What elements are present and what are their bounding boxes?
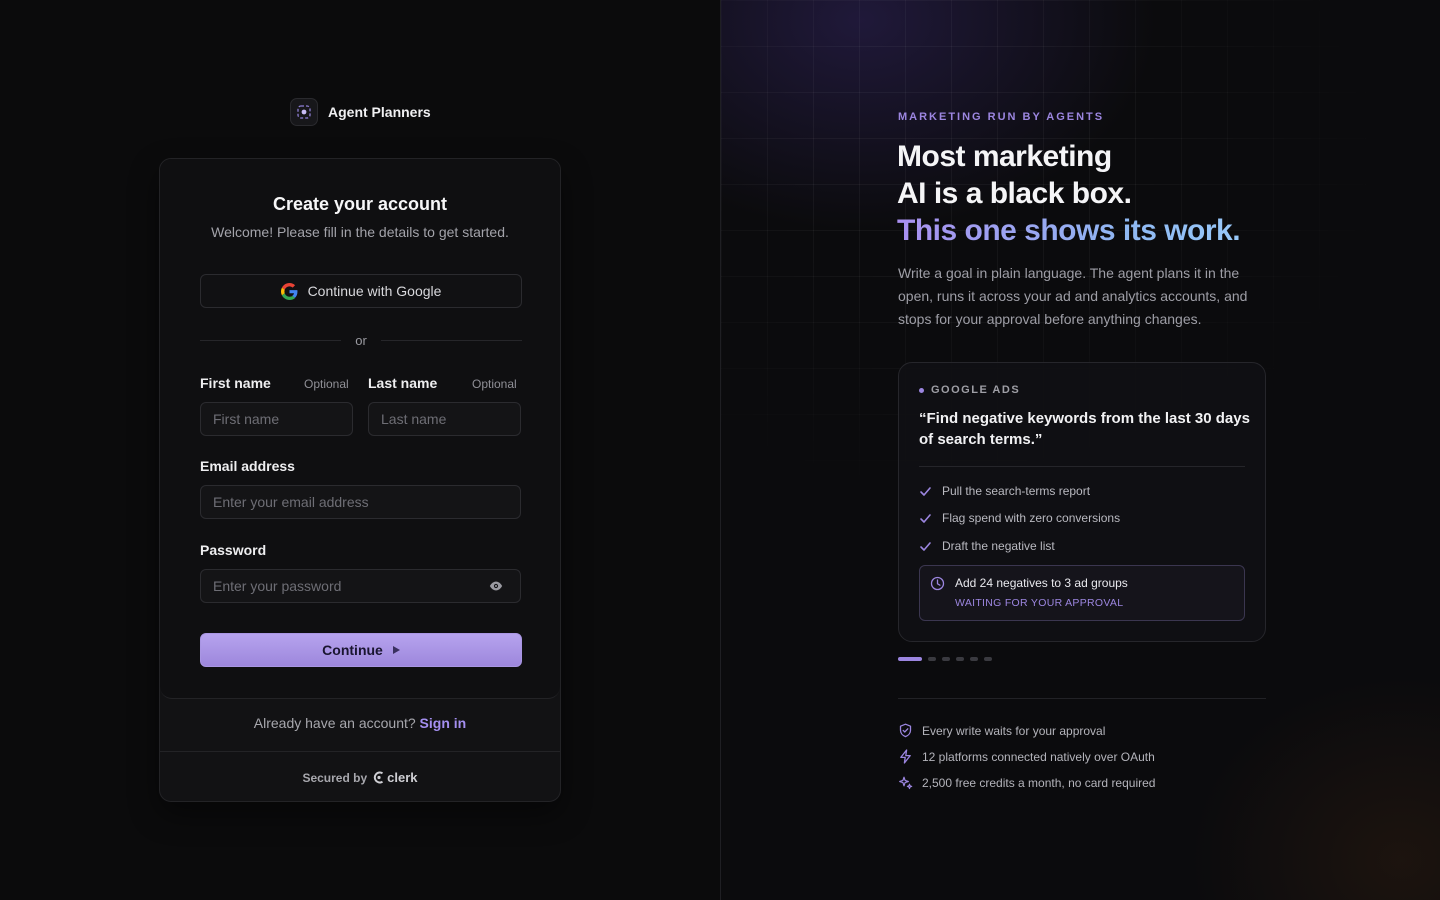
divider-text: or	[355, 332, 367, 348]
plan-step-label: Draft the negative list	[942, 539, 1055, 553]
google-icon	[280, 282, 298, 300]
card-subtitle: Welcome! Please fill in the details to g…	[211, 224, 509, 240]
signin-prompt: Already have an account?	[253, 715, 416, 731]
continue-button[interactable]: Continue	[200, 633, 522, 667]
first-name-label: First name	[200, 375, 271, 391]
pager-dot[interactable]	[970, 657, 978, 661]
plan-step: Draft the negative list	[919, 539, 1055, 553]
signup-pane: Agent Planners Create your account Welco…	[0, 0, 720, 900]
brand-logo-icon	[290, 98, 318, 126]
demo-prompt: “Find negative keywords from the last 30…	[919, 410, 1250, 448]
brand: Agent Planners	[290, 98, 431, 126]
approval-action: Add 24 negatives to 3 ad groups	[955, 576, 1128, 590]
feature-item: 2,500 free credits a month, no card requ…	[898, 775, 1155, 790]
continue-label: Continue	[322, 642, 383, 658]
caret-right-icon	[392, 646, 400, 654]
features-divider	[898, 698, 1266, 699]
google-button-label: Continue with Google	[307, 283, 442, 299]
clerk-logo-icon	[373, 771, 384, 784]
promo-pane: MARKETING RUN BY AGENTS Most marketing A…	[720, 0, 1440, 900]
check-icon	[920, 541, 931, 551]
pager-dot[interactable]	[928, 657, 936, 661]
last-name-label: Last name	[368, 375, 438, 391]
password-input[interactable]	[200, 569, 521, 603]
first-name-input[interactable]	[200, 402, 353, 436]
divider-line	[200, 339, 342, 341]
signup-card: Create your account Welcome! Please fill…	[159, 158, 561, 802]
divider-line	[380, 339, 522, 341]
headline-line-3: This one shows its work.	[897, 212, 1317, 249]
plan-step-label: Pull the search-terms report	[942, 484, 1091, 498]
secured-by-footer: Secured by clerk	[160, 751, 560, 801]
plan-step: Flag spend with zero conversions	[919, 511, 1120, 525]
check-icon	[920, 513, 931, 523]
carousel-pager	[898, 657, 992, 661]
platform-dot	[919, 387, 924, 393]
signin-row: Already have an account? Sign in	[160, 715, 560, 731]
clock-icon	[930, 576, 945, 591]
password-label: Password	[200, 542, 267, 558]
signin-link[interactable]: Sign in	[420, 715, 467, 731]
last-name-optional: Optional	[472, 377, 517, 391]
approval-status: WAITING FOR YOUR APPROVAL	[955, 597, 1124, 609]
card-title: Create your account	[272, 194, 448, 214]
platform-tag-label: GOOGLE ADS	[931, 384, 1021, 396]
sparkles-icon	[899, 776, 913, 790]
feature-text: Every write waits for your approval	[922, 723, 1106, 738]
clerk-logo[interactable]: clerk	[373, 770, 418, 785]
check-icon	[920, 486, 931, 496]
show-password-eye-icon[interactable]	[489, 579, 503, 593]
approval-request: Add 24 negatives to 3 ad groups WAITING …	[919, 565, 1245, 621]
last-name-input[interactable]	[368, 402, 521, 436]
shield-check-icon	[899, 723, 912, 738]
platform-tag: GOOGLE ADS	[919, 384, 1020, 396]
headline-line-1: Most marketing	[897, 140, 1112, 173]
demo-divider	[919, 466, 1245, 467]
promo-description: Write a goal in plain language. The agen…	[898, 265, 1248, 327]
email-label: Email address	[200, 458, 295, 474]
pager-dot[interactable]	[956, 657, 964, 661]
clerk-wordmark: clerk	[387, 770, 418, 785]
pager-dot[interactable]	[942, 657, 950, 661]
agent-demo-card: GOOGLE ADS “Find negative keywords from …	[898, 362, 1266, 642]
pager-dot[interactable]	[984, 657, 992, 661]
secured-by-text: Secured by	[302, 770, 368, 785]
feature-item: 12 platforms connected natively over OAu…	[898, 749, 1155, 764]
plan-step: Pull the search-terms report	[919, 484, 1090, 498]
plan-step-label: Flag spend with zero conversions	[942, 511, 1121, 525]
email-input[interactable]	[200, 485, 521, 519]
first-name-optional: Optional	[304, 377, 349, 391]
promo-eyebrow: MARKETING RUN BY AGENTS	[898, 111, 1105, 123]
promo-headline: Most marketing AI is a black box. This o…	[897, 138, 1317, 249]
google-signin-button[interactable]: Continue with Google	[200, 274, 522, 308]
brand-name: Agent Planners	[328, 104, 431, 120]
feature-item: Every write waits for your approval	[898, 723, 1105, 738]
headline-line-2: AI is a black box.	[897, 177, 1132, 210]
feature-text: 2,500 free credits a month, no card requ…	[922, 775, 1156, 790]
pager-dot-active[interactable]	[898, 657, 922, 661]
lightning-icon	[900, 749, 911, 764]
or-divider: or	[200, 331, 522, 349]
feature-text: 12 platforms connected natively over OAu…	[922, 749, 1155, 764]
signup-form: Create your account Welcome! Please fill…	[160, 159, 560, 699]
